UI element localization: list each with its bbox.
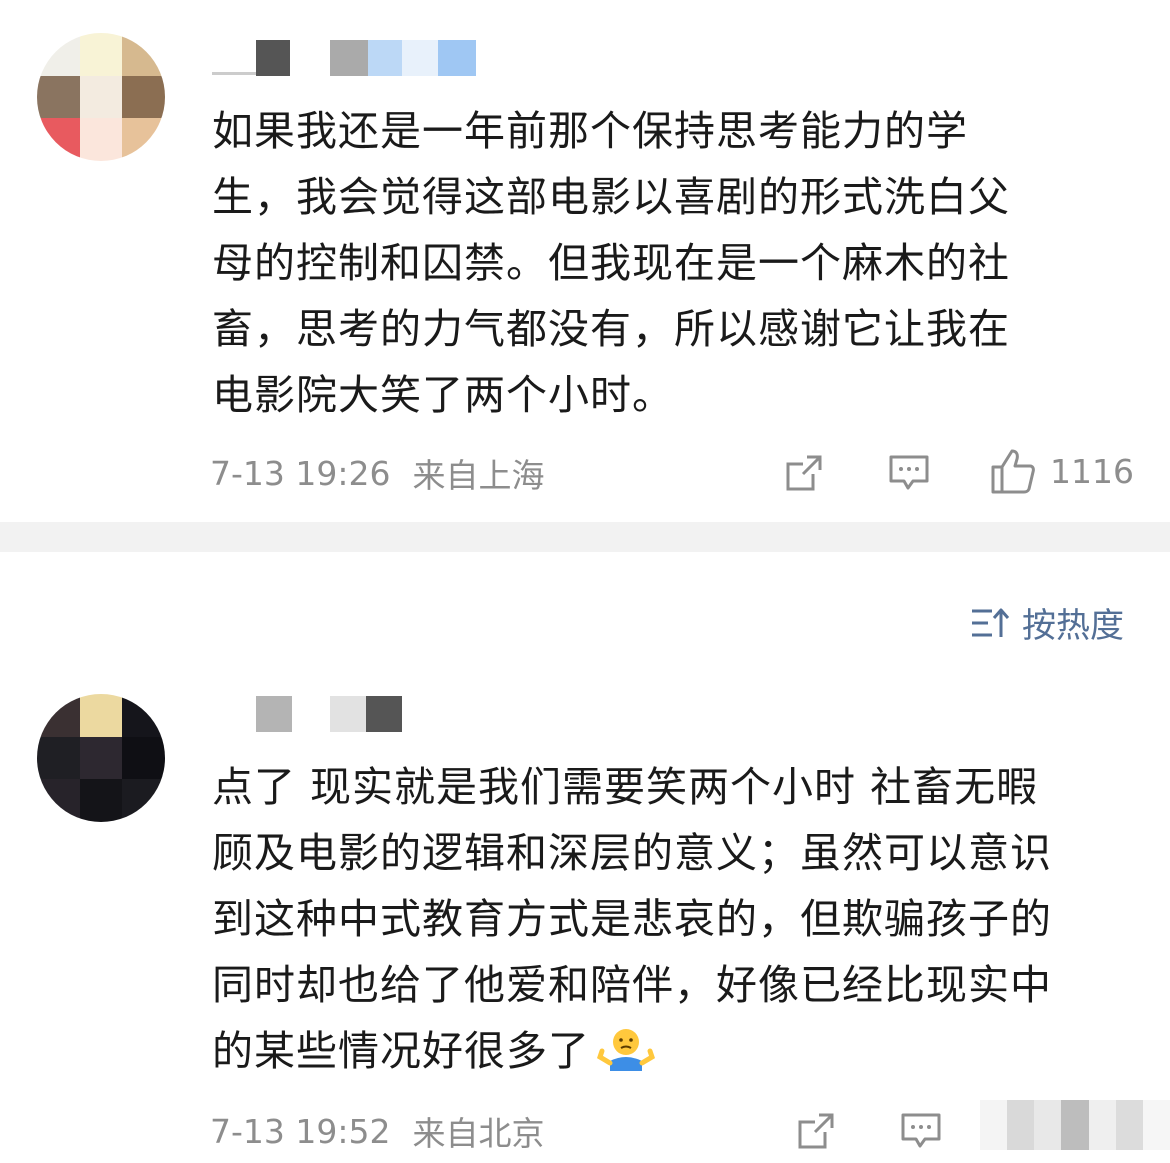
- like-count: 1116: [1050, 451, 1134, 491]
- comment-meta: 7-13 19:52 来自北京: [210, 1111, 545, 1154]
- comment-text: 点了 现实就是我们需要笑两个小时 社畜无暇 顾及电影的逻辑和深层的意义；虽然可以…: [212, 754, 1112, 1084]
- comment-icon: [901, 1113, 941, 1148]
- comment-line: 母的控制和囚禁。但我现在是一个麻木的社: [212, 239, 1010, 287]
- comment-line: 同时却也给了他爱和陪伴，好像已经比现实中: [212, 961, 1052, 1009]
- shrug-emoji-icon: [596, 1029, 656, 1071]
- comment-meta: 7-13 19:26 来自上海: [210, 453, 545, 496]
- like-button-obscured[interactable]: [980, 1100, 1170, 1150]
- location: 来自上海: [412, 456, 545, 495]
- share-icon: [786, 455, 822, 491]
- share-button[interactable]: [795, 1110, 837, 1152]
- comment-line: 电影院大笑了两个小时。: [212, 371, 674, 419]
- comment-line: 顾及电影的逻辑和深层的意义；虽然可以意识: [212, 829, 1052, 877]
- reply-button[interactable]: [900, 1110, 942, 1152]
- sort-by-hot-button[interactable]: 按热度: [970, 598, 1124, 647]
- comment-line-text: 的某些情况好很多了: [212, 1027, 590, 1075]
- thumbs-up-icon: [991, 449, 1035, 494]
- comment-line: 如果我还是一年前那个保持思考能力的学: [212, 107, 968, 155]
- username[interactable]: [212, 694, 402, 734]
- sort-label: 按热度: [1022, 606, 1124, 646]
- comment-icon: [889, 455, 929, 490]
- timestamp: 7-13 19:26: [210, 453, 391, 493]
- comment-line: 畜，思考的力气都没有，所以感谢它让我在: [212, 305, 1010, 353]
- comment-line: 的某些情况好很多了: [212, 1018, 1112, 1084]
- timestamp: 7-13 19:52: [210, 1111, 391, 1151]
- comment-text: 如果我还是一年前那个保持思考能力的学 生，我会觉得这部电影以喜剧的形式洗白父 母…: [212, 98, 1112, 428]
- share-icon: [798, 1113, 834, 1149]
- location: 来自北京: [412, 1114, 545, 1153]
- comment-line: 到这种中式教育方式是悲哀的，但欺骗孩子的: [212, 895, 1052, 943]
- avatar[interactable]: [37, 33, 165, 161]
- avatar[interactable]: [37, 694, 165, 822]
- like-button[interactable]: 1116: [990, 447, 1134, 495]
- username[interactable]: [212, 38, 476, 78]
- comment-line: 生，我会觉得这部电影以喜剧的形式洗白父: [212, 173, 1010, 221]
- sort-icon: [972, 608, 1010, 637]
- comment-line: 点了 现实就是我们需要笑两个小时 社畜无暇: [212, 763, 1039, 811]
- share-button[interactable]: [783, 452, 825, 494]
- section-divider: [0, 522, 1170, 552]
- reply-button[interactable]: [888, 452, 930, 494]
